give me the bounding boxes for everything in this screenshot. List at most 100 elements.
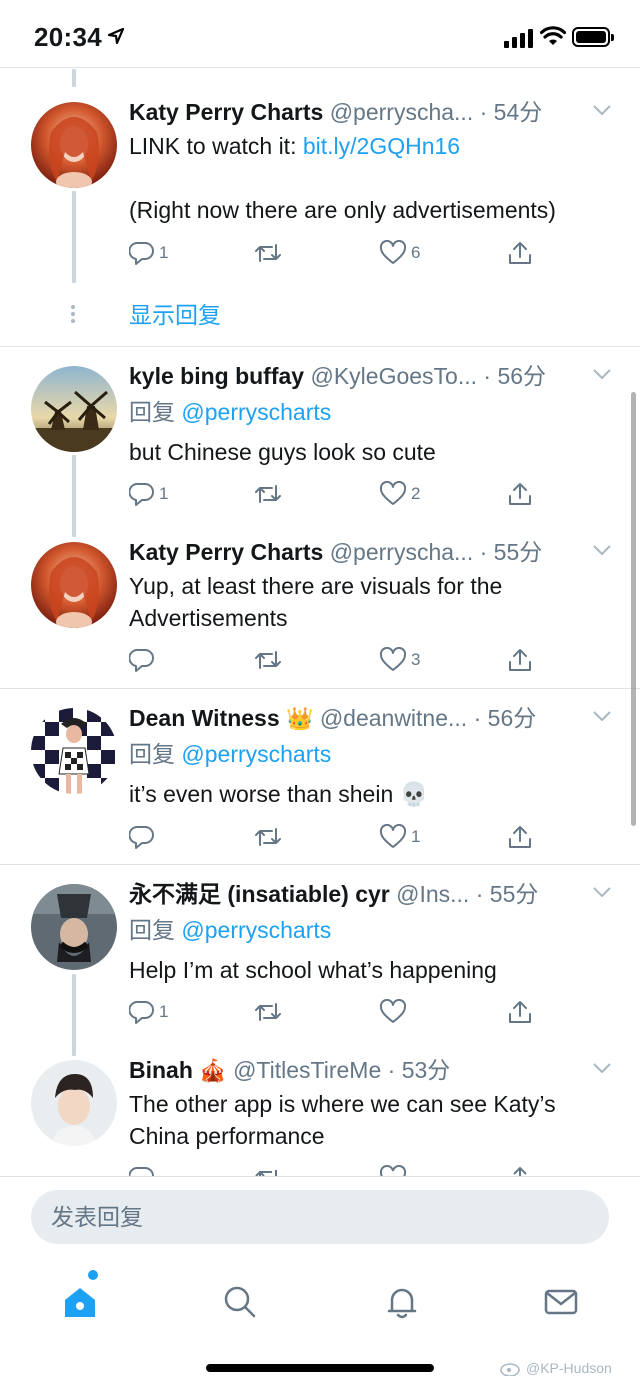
chevron-down-icon[interactable]: [592, 886, 612, 898]
tweet-actions: 1 2: [129, 478, 549, 510]
share-button[interactable]: [507, 478, 533, 510]
author-handle: @deanwitne...: [319, 705, 468, 731]
like-button[interactable]: 1: [379, 821, 420, 853]
divider: [0, 864, 640, 865]
avatar[interactable]: [31, 884, 117, 970]
wifi-icon: [540, 26, 566, 45]
avatar[interactable]: [31, 366, 117, 452]
reply-button[interactable]: [129, 1162, 155, 1176]
reply-icon: [129, 482, 154, 506]
retweet-button[interactable]: [253, 478, 287, 510]
chevron-down-icon[interactable]: [592, 1062, 612, 1074]
author-handle: @TitlesTireMe: [233, 1057, 382, 1083]
chevron-down-icon[interactable]: [592, 368, 612, 380]
tweet-link[interactable]: bit.ly/2GQHn16: [303, 133, 460, 159]
reply-composer: 发表回复: [0, 1176, 640, 1260]
tweet[interactable]: Binah 🎪 @TitlesTireMe · 53分 The other ap…: [0, 1052, 640, 1176]
tweet[interactable]: Katy Perry Charts @perryscha... · 54分 LI…: [0, 94, 640, 274]
tweet[interactable]: 永不满足 (insatiable) cyr @Ins... · 55分 回复 @…: [0, 876, 640, 1026]
reply-icon: [129, 1166, 154, 1176]
avatar[interactable]: [31, 542, 117, 628]
tab-search[interactable]: [210, 1272, 270, 1332]
show-replies-link[interactable]: 显示回复: [129, 296, 221, 330]
chevron-down-icon[interactable]: [592, 544, 612, 556]
avatar[interactable]: [31, 1060, 117, 1146]
tab-messages[interactable]: [531, 1272, 591, 1332]
author-name[interactable]: Katy Perry Charts: [129, 539, 323, 565]
tab-notifications[interactable]: [372, 1272, 432, 1332]
tweet[interactable]: Dean Witness 👑 @deanwitne... · 56分 回复 @p…: [0, 700, 640, 860]
retweet-button[interactable]: [253, 1162, 283, 1176]
tweet[interactable]: kyle bing buffay @KyleGoesTo... · 56分 回复…: [0, 358, 640, 508]
avatar[interactable]: [31, 102, 117, 188]
share-button[interactable]: [507, 821, 533, 853]
tweet-text: (Right now there are only advertisements…: [129, 197, 556, 223]
tweet-header: 永不满足 (insatiable) cyr @Ins... · 55分: [129, 876, 580, 912]
tweet-actions: 1: [129, 821, 549, 853]
chevron-down-icon[interactable]: [592, 710, 612, 722]
tweet-text: Help I’m at school what’s happening: [129, 957, 497, 983]
reply-button[interactable]: [129, 821, 159, 853]
reply-icon: [129, 825, 154, 849]
like-button[interactable]: 6: [379, 237, 420, 269]
reply-button[interactable]: [129, 644, 159, 676]
crown-emoji: 👑: [286, 706, 314, 731]
tweet-header: kyle bing buffay @KyleGoesTo... · 56分: [129, 358, 580, 394]
reply-button[interactable]: 1: [129, 996, 168, 1028]
heart-icon: [379, 824, 407, 848]
mention-link[interactable]: @perryscharts: [181, 917, 331, 943]
share-button[interactable]: [507, 237, 533, 269]
search-icon: [224, 1286, 256, 1318]
timestamp: 55分: [493, 539, 543, 565]
thread-line: [72, 69, 76, 87]
divider: [0, 346, 640, 347]
like-button[interactable]: 2: [379, 478, 420, 510]
share-button[interactable]: [507, 644, 533, 676]
tweet[interactable]: Katy Perry Charts @perryscha... · 55分 Yu…: [0, 534, 640, 684]
reply-button[interactable]: 1: [129, 478, 168, 510]
tweet-actions: 3: [129, 644, 549, 676]
location-arrow-icon: [108, 28, 124, 44]
share-button[interactable]: [507, 996, 533, 1028]
retweet-button[interactable]: [253, 996, 287, 1028]
mention-link[interactable]: @perryscharts: [181, 399, 331, 425]
retweet-icon: [255, 828, 281, 846]
like-button[interactable]: [379, 996, 411, 1028]
battery-icon: [572, 27, 614, 47]
new-content-dot: [88, 1270, 98, 1280]
share-icon: [509, 1001, 531, 1023]
like-button[interactable]: 3: [379, 644, 420, 676]
author-name[interactable]: Dean Witness: [129, 705, 280, 731]
circus-tent-emoji: 🎪: [199, 1058, 227, 1083]
tweet-header: Dean Witness 👑 @deanwitne... · 56分: [129, 700, 580, 736]
author-name[interactable]: Katy Perry Charts: [129, 99, 323, 125]
author-name[interactable]: 永不满足 (insatiable) cyr: [129, 881, 390, 907]
author-name[interactable]: kyle bing buffay: [129, 363, 304, 389]
reply-count: 1: [159, 484, 169, 503]
retweet-button[interactable]: [253, 644, 287, 676]
like-button[interactable]: [379, 1162, 407, 1176]
status-time: 20:34: [34, 22, 102, 52]
like-count: 6: [411, 243, 421, 262]
home-indicator[interactable]: [206, 1364, 434, 1372]
author-name[interactable]: Binah: [129, 1057, 193, 1083]
share-icon: [509, 826, 531, 848]
share-button[interactable]: [507, 1162, 533, 1176]
reply-button[interactable]: 1: [129, 237, 168, 269]
separator-dot: ·: [473, 705, 482, 731]
timestamp: 56分: [497, 363, 547, 389]
heart-icon: [379, 240, 407, 264]
reply-input[interactable]: 发表回复: [31, 1190, 609, 1244]
tweet-actions: 1 6: [129, 237, 549, 269]
chevron-down-icon[interactable]: [592, 104, 612, 116]
divider: [0, 688, 640, 689]
retweet-button[interactable]: [253, 821, 287, 853]
scrollbar[interactable]: [631, 392, 636, 826]
reply-feed[interactable]: Katy Perry Charts @perryscha... · 54分 LI…: [0, 69, 640, 1176]
tab-home[interactable]: [50, 1272, 110, 1332]
tweet-actions: [129, 1162, 549, 1176]
mention-link[interactable]: @perryscharts: [181, 741, 331, 767]
timestamp: 56分: [487, 705, 537, 731]
retweet-button[interactable]: [253, 237, 287, 269]
avatar[interactable]: [31, 708, 117, 794]
